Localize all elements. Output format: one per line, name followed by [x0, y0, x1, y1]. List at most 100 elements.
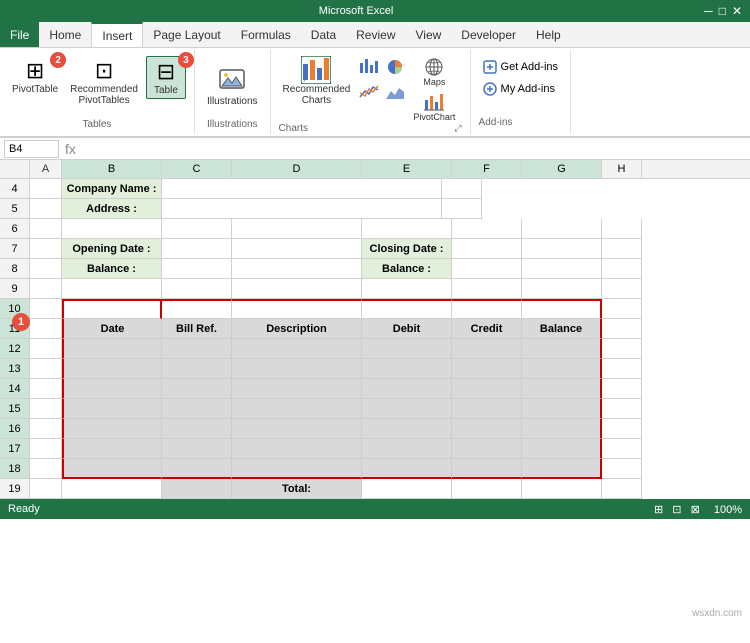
cell-d13[interactable]: [232, 359, 362, 379]
cell-d11[interactable]: Description: [232, 319, 362, 339]
cell-g11[interactable]: Balance: [522, 319, 602, 339]
cell-h19[interactable]: [602, 479, 642, 499]
cell-b7[interactable]: Opening Date :: [62, 239, 162, 259]
cell-e17[interactable]: [362, 439, 452, 459]
cell-b9[interactable]: [62, 279, 162, 299]
cell-a17[interactable]: [30, 439, 62, 459]
cell-c14[interactable]: [162, 379, 232, 399]
cell-a12[interactable]: [30, 339, 62, 359]
tab-data[interactable]: Data: [301, 22, 346, 47]
cell-a16[interactable]: [30, 419, 62, 439]
tab-view[interactable]: View: [406, 22, 452, 47]
tab-pagelayout[interactable]: Page Layout: [143, 22, 230, 47]
cell-d14[interactable]: [232, 379, 362, 399]
cell-h10[interactable]: [602, 299, 642, 319]
cell-f17[interactable]: [452, 439, 522, 459]
formula-input-area[interactable]: [82, 140, 746, 158]
cell-g10[interactable]: [522, 299, 602, 319]
cell-b16[interactable]: [62, 419, 162, 439]
cell-c6[interactable]: [162, 219, 232, 239]
page-break-icon[interactable]: ⊠: [691, 504, 700, 516]
cell-b13[interactable]: [62, 359, 162, 379]
row-header-4[interactable]: 4: [0, 179, 30, 199]
cell-f6[interactable]: [452, 219, 522, 239]
cell-a11[interactable]: [30, 319, 62, 339]
cell-c9[interactable]: [162, 279, 232, 299]
row-header-15[interactable]: 15: [0, 399, 30, 419]
cell-d6[interactable]: [232, 219, 362, 239]
col-header-h[interactable]: H: [602, 160, 642, 178]
row-header-16[interactable]: 16: [0, 419, 30, 439]
cell-d9[interactable]: [232, 279, 362, 299]
cell-h7[interactable]: [602, 239, 642, 259]
col-header-b[interactable]: B: [62, 160, 162, 178]
cell-c4-merged[interactable]: [162, 179, 442, 199]
cell-a9[interactable]: [30, 279, 62, 299]
cell-g14[interactable]: [522, 379, 602, 399]
cell-d18[interactable]: [232, 459, 362, 479]
cell-e9[interactable]: [362, 279, 452, 299]
cell-g17[interactable]: [522, 439, 602, 459]
cell-g16[interactable]: [522, 419, 602, 439]
cell-d16[interactable]: [232, 419, 362, 439]
tab-developer[interactable]: Developer: [451, 22, 526, 47]
row-header-5[interactable]: 5: [0, 199, 30, 219]
cell-a10[interactable]: [30, 299, 62, 319]
cell-e19[interactable]: [362, 479, 452, 499]
cell-d12[interactable]: [232, 339, 362, 359]
row-header-17[interactable]: 17: [0, 439, 30, 459]
cell-g15[interactable]: [522, 399, 602, 419]
cell-f15[interactable]: [452, 399, 522, 419]
cell-c16[interactable]: [162, 419, 232, 439]
cell-h11[interactable]: [602, 319, 642, 339]
line-chart-button[interactable]: [358, 82, 380, 105]
col-header-c[interactable]: C: [162, 160, 232, 178]
cell-h6[interactable]: [602, 219, 642, 239]
cell-d15[interactable]: [232, 399, 362, 419]
cell-f19[interactable]: [452, 479, 522, 499]
get-addins-button[interactable]: Get Add-ins: [479, 58, 562, 76]
cell-g9[interactable]: [522, 279, 602, 299]
cell-f14[interactable]: [452, 379, 522, 399]
tab-formulas[interactable]: Formulas: [231, 22, 301, 47]
cell-c12[interactable]: [162, 339, 232, 359]
cell-h4[interactable]: [442, 179, 482, 199]
maximize-button[interactable]: □: [719, 4, 726, 18]
column-chart-button[interactable]: [358, 56, 380, 79]
close-button[interactable]: ✕: [732, 4, 742, 18]
tab-home[interactable]: Home: [39, 22, 91, 47]
cell-b8[interactable]: Balance :: [62, 259, 162, 279]
cell-g13[interactable]: [522, 359, 602, 379]
cell-a8[interactable]: [30, 259, 62, 279]
charts-expand-icon[interactable]: ⤢: [454, 123, 461, 134]
cell-f16[interactable]: [452, 419, 522, 439]
col-header-e[interactable]: E: [362, 160, 452, 178]
row-header-19[interactable]: 19: [0, 479, 30, 499]
cell-e15[interactable]: [362, 399, 452, 419]
cell-a14[interactable]: [30, 379, 62, 399]
row-header-12[interactable]: 12: [0, 339, 30, 359]
cell-f18[interactable]: [452, 459, 522, 479]
pie-chart-button[interactable]: [384, 56, 406, 79]
cell-g6[interactable]: [522, 219, 602, 239]
cell-a15[interactable]: [30, 399, 62, 419]
col-header-g[interactable]: G: [522, 160, 602, 178]
cell-c19[interactable]: [162, 479, 232, 499]
cell-e6[interactable]: [362, 219, 452, 239]
area-chart-button[interactable]: [384, 82, 406, 105]
cell-b12[interactable]: [62, 339, 162, 359]
cell-e12[interactable]: [362, 339, 452, 359]
cell-e7[interactable]: Closing Date :: [362, 239, 452, 259]
cell-e8[interactable]: Balance :: [362, 259, 452, 279]
cell-g7[interactable]: [522, 239, 602, 259]
minimize-button[interactable]: ─: [704, 4, 713, 18]
cell-a13[interactable]: [30, 359, 62, 379]
row-header-6[interactable]: 6: [0, 219, 30, 239]
col-header-a[interactable]: A: [30, 160, 62, 178]
cell-e16[interactable]: [362, 419, 452, 439]
col-header-d[interactable]: D: [232, 160, 362, 178]
normal-view-icon[interactable]: ⊞: [654, 504, 663, 516]
cell-c7[interactable]: [162, 239, 232, 259]
cell-g12[interactable]: [522, 339, 602, 359]
cell-c17[interactable]: [162, 439, 232, 459]
